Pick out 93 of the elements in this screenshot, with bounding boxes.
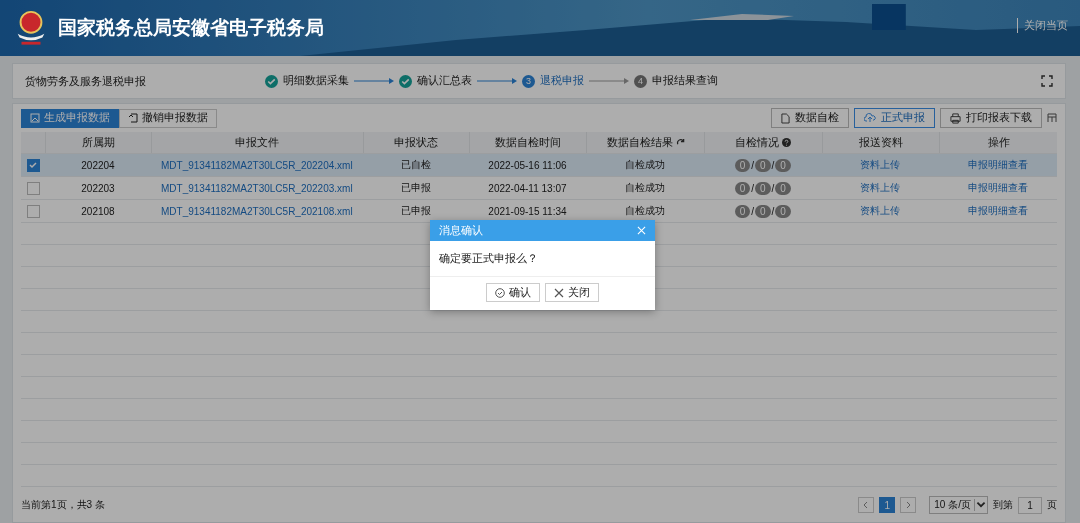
- cloud-upload-icon: [864, 113, 876, 123]
- toolbar-button[interactable]: 打印报表下载: [940, 108, 1042, 128]
- step-number: 3: [522, 74, 535, 88]
- page-size-select[interactable]: 10 条/页: [929, 496, 988, 514]
- close-icon[interactable]: [637, 226, 646, 235]
- dialog-button[interactable]: 关闭: [545, 283, 599, 302]
- file-link[interactable]: MDT_91341182MA2T30LC5R_202204.xml: [161, 159, 353, 171]
- table-cell: 自检成功: [625, 158, 666, 172]
- table-cell: 202204: [81, 159, 115, 171]
- document-icon: [781, 112, 790, 124]
- count-badge: 0: [734, 181, 751, 195]
- separator: /: [771, 182, 775, 194]
- table-cell: 202203: [81, 182, 115, 194]
- toolbar-button[interactable]: 数据自检: [771, 108, 849, 128]
- count-badge: 0: [755, 181, 771, 195]
- close-icon: [554, 287, 564, 298]
- dropdown-icon[interactable]: [974, 499, 987, 511]
- columns-icon[interactable]: [1047, 113, 1057, 123]
- dialog-title: 消息确认: [439, 223, 483, 238]
- chevron-right-icon: [904, 501, 913, 509]
- file-link[interactable]: MDT_91341182MA2T30LC5R_202203.xml: [161, 182, 353, 194]
- step-arrow: [477, 78, 517, 84]
- table-cell: 2021-09-15 11:34: [488, 205, 567, 217]
- dialog-message: 确定要正式申报么？: [430, 241, 655, 277]
- table-row[interactable]: 202203 MDT_91341182MA2T30LC5R_202203.xml 已申报 2022-04-11 13:07 自检成功 0 / 0 / 0 资料上传 申报明细查看: [21, 177, 1057, 200]
- upload-link[interactable]: 资料上传: [860, 181, 901, 195]
- page-summary: 当前第1页，共3 条: [21, 498, 105, 512]
- close-page-link[interactable]: 关闭当页: [1017, 18, 1068, 33]
- refresh-icon[interactable]: [675, 138, 685, 147]
- table-cell: 已自检: [400, 158, 431, 172]
- previous-page-button[interactable]: [858, 497, 875, 513]
- separator: /: [751, 159, 754, 171]
- count-badge: 0: [734, 204, 751, 218]
- column-header: 所属期: [81, 135, 115, 150]
- column-header: 数据自检时间: [494, 135, 561, 150]
- table-row[interactable]: 202204 MDT_91341182MA2T30LC5R_202204.xml 已自检 2022-05-16 11:06 自检成功 0 / 0 / 0 资料上传 申报明细查看: [21, 154, 1057, 177]
- separator: /: [751, 182, 754, 194]
- table-cell: 自检成功: [625, 204, 666, 218]
- table-cell: 2022-05-16 11:06: [488, 159, 567, 171]
- checkbox[interactable]: [26, 204, 40, 218]
- column-header: 申报状态: [394, 135, 439, 150]
- next-page-button[interactable]: [900, 497, 917, 513]
- count-badge: 0: [755, 204, 771, 218]
- checkbox[interactable]: [26, 181, 40, 195]
- count-badge: 0: [755, 158, 771, 172]
- upload-link[interactable]: 资料上传: [860, 158, 901, 172]
- table-cell: 已申报: [400, 181, 431, 195]
- table-cell: 已申报: [400, 204, 431, 218]
- site-title: 国家税务总局安徽省电子税务局: [58, 16, 324, 40]
- step-label: 申报结果查询: [652, 74, 718, 88]
- separator: /: [751, 205, 754, 217]
- dialog-button[interactable]: 确认: [486, 283, 540, 302]
- goto-label: 到第: [993, 498, 1013, 512]
- count-badge: 0: [775, 204, 791, 218]
- toolbar-button[interactable]: 正式申报: [854, 108, 935, 128]
- image-icon: [30, 113, 40, 123]
- step-label: 明细数据采集: [283, 74, 349, 88]
- tab[interactable]: 生成申报数据: [21, 108, 119, 128]
- page-button[interactable]: 1: [879, 497, 896, 513]
- page-unit: 页: [1047, 498, 1057, 512]
- column-header: 自检情况: [735, 135, 780, 150]
- step-label: 确认汇总表: [417, 74, 472, 88]
- count-badge: 0: [775, 181, 791, 195]
- separator: /: [771, 205, 775, 217]
- upload-link[interactable]: 资料上传: [860, 204, 901, 218]
- file-link[interactable]: MDT_91341182MA2T30LC5R_202108.xml: [161, 205, 353, 217]
- step-arrow: [589, 78, 629, 84]
- column-header: 操作: [987, 135, 1010, 150]
- column-header: 申报文件: [235, 135, 280, 150]
- checkmark-icon: [27, 159, 38, 170]
- detail-link[interactable]: 申报明细查看: [968, 181, 1029, 195]
- step-number: 4: [634, 74, 647, 88]
- page-title: 货物劳务及服务退税申报: [25, 73, 147, 89]
- detail-link[interactable]: 申报明细查看: [968, 204, 1029, 218]
- undo-icon: [128, 113, 138, 123]
- count-badge: 0: [734, 158, 751, 172]
- tab[interactable]: 撤销申报数据: [119, 108, 217, 128]
- page-input[interactable]: 1: [1018, 496, 1042, 514]
- column-header: 报送资料: [858, 135, 903, 150]
- step-label: 退税申报: [540, 74, 584, 88]
- printer-icon: [950, 112, 961, 124]
- fullscreen-icon[interactable]: [1041, 75, 1053, 87]
- table-cell: 202108: [81, 205, 115, 217]
- table-cell: 自检成功: [625, 181, 666, 195]
- checkbox[interactable]: [26, 158, 40, 172]
- separator: /: [771, 159, 775, 171]
- help-icon[interactable]: [782, 138, 792, 147]
- step-arrow: [354, 78, 394, 84]
- check-circle-icon: [495, 287, 505, 298]
- table-cell: 2022-04-11 13:07: [488, 182, 567, 194]
- column-header: 数据自检结果: [606, 135, 673, 150]
- detail-link[interactable]: 申报明细查看: [968, 158, 1029, 172]
- count-badge: 0: [775, 158, 791, 172]
